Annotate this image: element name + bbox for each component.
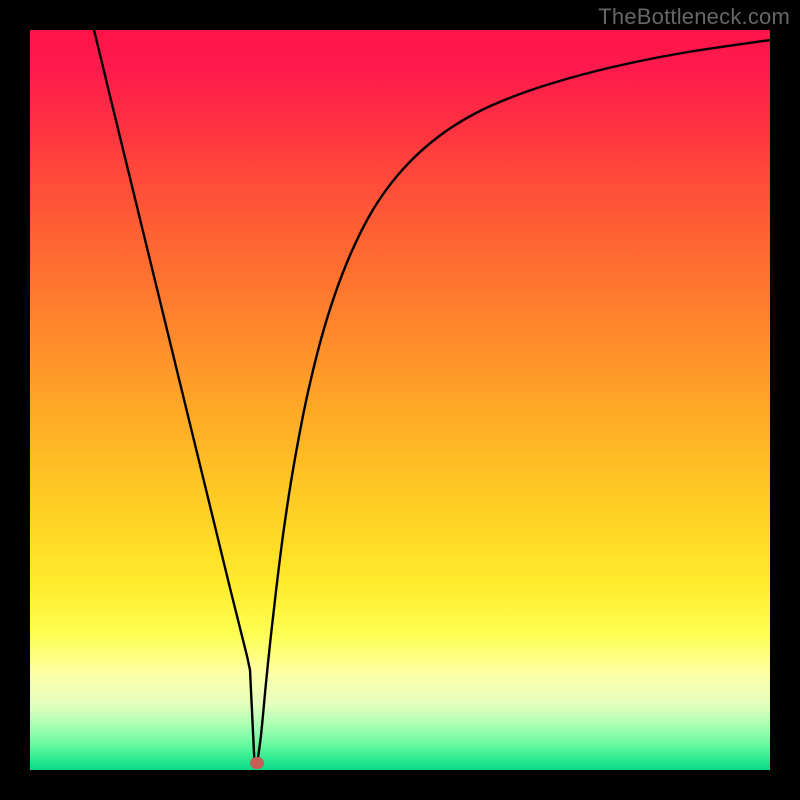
chart-canvas: TheBottleneck.com xyxy=(0,0,800,800)
bottleneck-curve xyxy=(30,30,770,770)
optimum-marker xyxy=(250,757,264,769)
watermark-text: TheBottleneck.com xyxy=(598,4,790,30)
plot-area xyxy=(30,30,770,770)
